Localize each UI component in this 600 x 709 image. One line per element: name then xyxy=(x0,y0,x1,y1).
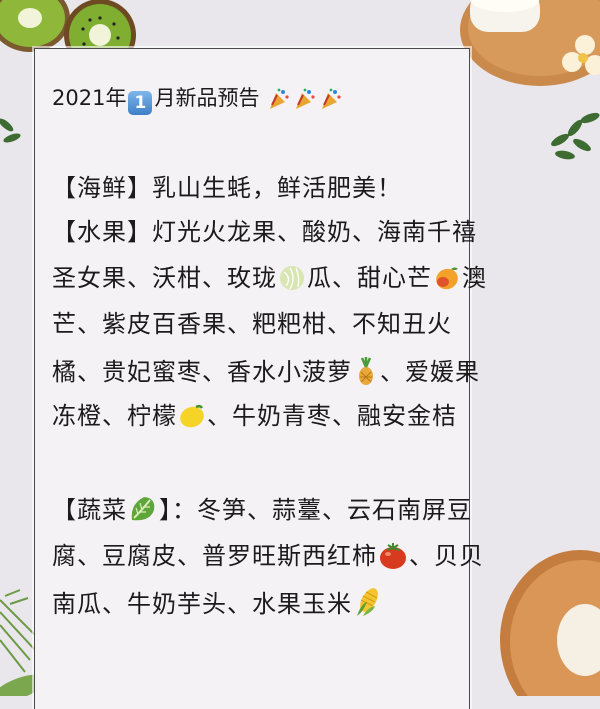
pineapple-icon xyxy=(359,357,373,385)
fruit-line-5: 冻橙、柠檬 、牛奶青枣、融安金桔 xyxy=(52,396,572,436)
fruit-line-4-b: 、爱媛果 xyxy=(380,358,480,386)
fruit-line-4-a: 橘、贵妃蜜枣、香水小菠萝 xyxy=(52,358,352,386)
page-title: 2021年 1 月新品预告 xyxy=(52,78,572,118)
fruit-line-2-a: 圣女果、沃柑、玫珑 xyxy=(52,264,277,292)
vegetable-line-3: 南瓜、牛奶芋头、水果玉米 xyxy=(52,584,572,624)
seafood-line: 【海鲜】乳山生蚝，鲜活肥美！ xyxy=(52,174,402,202)
fruit-line-2-b: 瓜、甜心芒 xyxy=(307,264,432,292)
lettuce-icon xyxy=(131,497,155,521)
fruit-line-3: 芒、紫皮百香果、粑粑柑、不知丑火 xyxy=(52,310,452,338)
vegetable-line-3-a: 南瓜、牛奶芋头、水果玉米 xyxy=(52,590,352,618)
fruit-line-2: 圣女果、沃柑、玫珑 瓜、甜心芒 澳 xyxy=(52,258,572,298)
tomato-icon xyxy=(380,543,406,569)
fruit-line-5-b: 、牛奶青枣、融安金桔 xyxy=(207,402,457,430)
party-popper-icon xyxy=(270,88,289,109)
title-month: 月新品预告 xyxy=(154,86,260,110)
lemon-icon xyxy=(180,404,204,428)
vegetable-line-2-a: 腐、豆腐皮、普罗旺斯西红柿 xyxy=(52,542,377,570)
leaf-branch-icon xyxy=(0,118,21,143)
vegetable-line-1: 【蔬菜 】：冬笋、蒜薹、云石南屏豆 xyxy=(52,490,572,530)
melon-icon xyxy=(280,266,304,290)
corn-icon xyxy=(357,588,378,616)
month-number-badge: 1 xyxy=(128,91,153,115)
title-year: 2021年 xyxy=(52,86,127,110)
party-popper-icon xyxy=(322,88,341,109)
mango-icon xyxy=(436,267,458,290)
vegetable-line-1-a: 【蔬菜 xyxy=(52,496,127,524)
fruit-line-4: 橘、贵妃蜜枣、香水小菠萝 、爱媛果 xyxy=(52,352,572,392)
vegetable-line-1-b: 】：冬笋、蒜薹、云石南屏豆 xyxy=(159,496,472,524)
fruit-line-5-a: 冻橙、柠檬 xyxy=(52,402,177,430)
fruit-line-1: 【水果】灯光火龙果、酸奶、海南千禧 xyxy=(52,218,477,246)
vegetable-line-2-b: 、贝贝 xyxy=(409,542,484,570)
vegetable-line-2: 腐、豆腐皮、普罗旺斯西红柿 、贝贝 xyxy=(52,536,572,576)
leaf-branch-icon xyxy=(551,112,600,160)
kiwi-slice-icon xyxy=(0,0,70,52)
milk-cup-icon xyxy=(470,0,540,32)
party-popper-icon xyxy=(296,88,315,109)
fruit-line-2-c: 澳 xyxy=(462,264,487,292)
